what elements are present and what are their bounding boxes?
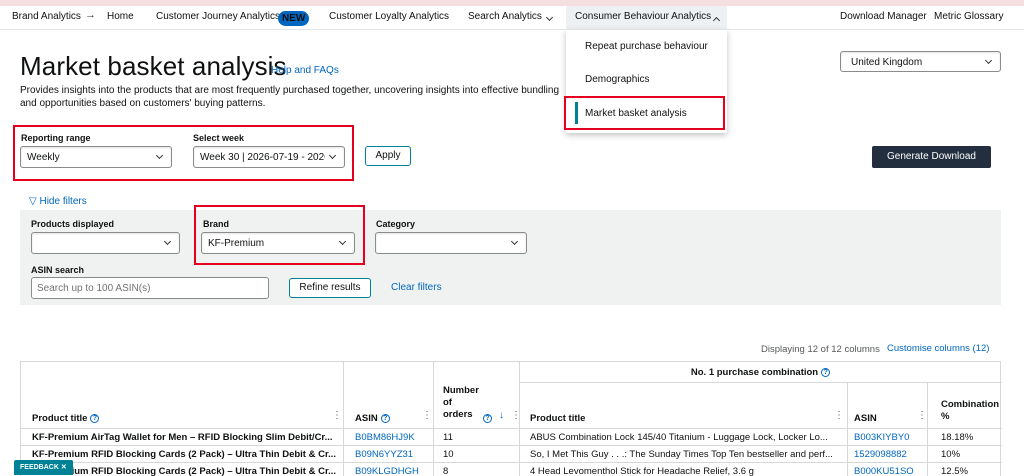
col-header-asin-label: ASIN: [355, 413, 378, 424]
chevron-down-icon: [163, 237, 172, 246]
chevron-down-icon: [510, 237, 519, 246]
table-row-combo-title[interactable]: ABUS Combination Lock 145/40 Titanium - …: [530, 432, 842, 443]
col-header-combination-line2: %: [941, 411, 950, 422]
column-menu-icon[interactable]: ⋮: [422, 410, 432, 421]
brand-select[interactable]: KF-Premium: [201, 232, 355, 254]
column-menu-icon[interactable]: ⋮: [917, 410, 927, 421]
table-row-title[interactable]: KF-Premium RFID Blocking Cards (2 Pack) …: [32, 449, 338, 460]
chevron-down-icon: [155, 151, 164, 160]
table-row-asin[interactable]: B0BM86HJ9K: [355, 432, 415, 443]
table-row-combo-asin[interactable]: B003KIYBY0: [854, 432, 909, 443]
asin-search-input[interactable]: Search up to 100 ASIN(s): [31, 277, 269, 299]
col-header-orders-line2: of: [443, 397, 452, 408]
arrow-right-icon: →: [85, 9, 96, 21]
asin-search-label: ASIN search: [31, 265, 85, 275]
clear-filters-link[interactable]: Clear filters: [391, 282, 442, 293]
nav-consumer-behaviour[interactable]: Consumer Behaviour Analytics: [575, 11, 711, 22]
products-displayed-select[interactable]: [31, 232, 180, 254]
table-row-combo-title[interactable]: 4 Head Levomenthol Stick for Headache Re…: [530, 466, 842, 476]
apply-button[interactable]: Apply: [365, 146, 411, 166]
products-displayed-label: Products displayed: [31, 219, 115, 229]
nav-metric-glossary[interactable]: Metric Glossary: [934, 11, 1003, 22]
chevron-down-icon: [338, 237, 347, 246]
table-row-pct: 18.18%: [941, 432, 974, 443]
marketplace-select[interactable]: United Kingdom: [840, 51, 1001, 72]
nav-download-manager[interactable]: Download Manager: [840, 11, 927, 22]
select-week-select[interactable]: Week 30 | 2026-07-19 - 2026: [193, 146, 345, 168]
filter-icon: ▽: [29, 196, 40, 207]
top-nav: Brand Analytics → Home Customer Journey …: [0, 6, 1024, 30]
col-header-combo-asin[interactable]: ASIN: [854, 413, 877, 424]
nav-customer-journey[interactable]: Customer Journey Analytics: [156, 11, 280, 22]
nav-brand-analytics[interactable]: Brand Analytics: [12, 11, 81, 22]
reporting-range-label: Reporting range: [21, 133, 91, 143]
category-select[interactable]: [375, 232, 527, 254]
group-header-purchase-combination: No. 1 purchase combination?: [519, 367, 1002, 378]
group-header-label: No. 1 purchase combination: [690, 367, 819, 378]
chevron-up-icon[interactable]: [712, 15, 721, 26]
info-icon[interactable]: ?: [380, 413, 390, 423]
generate-download-button[interactable]: Generate Download: [872, 146, 991, 168]
nav-search-analytics[interactable]: Search Analytics: [468, 11, 542, 22]
chevron-down-icon: [984, 56, 993, 65]
table-row-combo-asin[interactable]: 1529098882: [854, 449, 907, 460]
feedback-button[interactable]: FEEDBACK ✕: [14, 460, 73, 475]
table-row-title[interactable]: KF-Premium AirTag Wallet for Men – RFID …: [32, 432, 338, 443]
col-header-orders-line1: Number: [443, 385, 479, 396]
refine-results-button[interactable]: Refine results: [289, 278, 371, 298]
table-row-pct: 10%: [941, 449, 961, 460]
col-header-number-of-orders[interactable]: Number of orders: [443, 385, 479, 421]
col-header-asin[interactable]: ASIN?: [355, 413, 390, 424]
table-row-orders: 8: [443, 466, 449, 476]
col-header-product-title[interactable]: Product title?: [32, 413, 100, 424]
table-row-title[interactable]: KF-Premium RFID Blocking Cards (2 Pack) …: [32, 466, 338, 476]
displaying-columns-text: Displaying 12 of 12 columns: [761, 344, 880, 355]
hide-filters-label: Hide filters: [39, 196, 87, 207]
category-label: Category: [376, 219, 416, 229]
table-row-asin[interactable]: B09KLGDHGH: [355, 466, 419, 476]
info-icon[interactable]: ?: [821, 367, 831, 377]
brand-label: Brand: [203, 219, 230, 229]
reporting-range-value: Weekly: [27, 152, 60, 163]
brand-value: KF-Premium: [208, 238, 265, 249]
table-row-combo-asin[interactable]: B000KU51SO: [854, 466, 914, 476]
col-header-product-title-label: Product title: [32, 413, 88, 424]
table-row-orders: 11: [443, 432, 453, 443]
col-header-orders-line3: orders: [443, 409, 473, 420]
new-badge: NEW: [278, 11, 310, 26]
feedback-label: FEEDBACK: [20, 464, 59, 471]
menu-item-repeat-purchase[interactable]: Repeat purchase behaviour: [585, 41, 708, 52]
column-menu-icon[interactable]: ⋮: [834, 410, 844, 421]
nav-home[interactable]: Home: [107, 11, 134, 22]
menu-item-demographics[interactable]: Demographics: [585, 74, 649, 85]
select-week-value: Week 30 | 2026-07-19 - 2026: [200, 152, 325, 163]
page-description: Provides insights into the products that…: [20, 85, 560, 109]
column-menu-icon[interactable]: ⋮: [511, 410, 521, 421]
customise-columns-link[interactable]: Customise columns (12): [887, 343, 989, 354]
info-icon[interactable]: ?: [483, 414, 492, 423]
chevron-down-icon: [328, 151, 337, 160]
close-icon[interactable]: ✕: [61, 464, 67, 471]
sort-desc-icon[interactable]: ↓: [499, 410, 504, 421]
menu-highlight-box: [564, 96, 725, 130]
table-row-orders: 10: [443, 449, 454, 460]
page-title: Market basket analysis: [20, 51, 287, 81]
nav-customer-loyalty[interactable]: Customer Loyalty Analytics: [329, 11, 449, 22]
table-row-combo-title[interactable]: So, I Met This Guy . . .: The Sunday Tim…: [530, 449, 842, 460]
reporting-range-select[interactable]: Weekly: [20, 146, 172, 168]
chevron-down-icon[interactable]: [545, 12, 554, 23]
info-icon[interactable]: ?: [90, 413, 100, 423]
table-row-pct: 12.5%: [941, 466, 968, 476]
marketplace-value: United Kingdom: [851, 57, 923, 68]
col-header-combination-line1: Combination: [941, 399, 1000, 410]
help-faq-link[interactable]: Help and FAQs: [271, 65, 339, 76]
col-header-combination-pct[interactable]: Combination %: [941, 399, 999, 423]
hide-filters-toggle[interactable]: ▽ Hide filters: [29, 196, 87, 207]
table-row-asin[interactable]: B09N6YYZ31: [355, 449, 413, 460]
col-header-combo-product-title[interactable]: Product title: [530, 413, 585, 424]
asin-search-placeholder: Search up to 100 ASIN(s): [37, 283, 151, 294]
column-menu-icon[interactable]: ⋮: [332, 410, 342, 421]
select-week-label: Select week: [193, 133, 245, 143]
results-table: No. 1 purchase combination? Product titl…: [20, 361, 1002, 476]
